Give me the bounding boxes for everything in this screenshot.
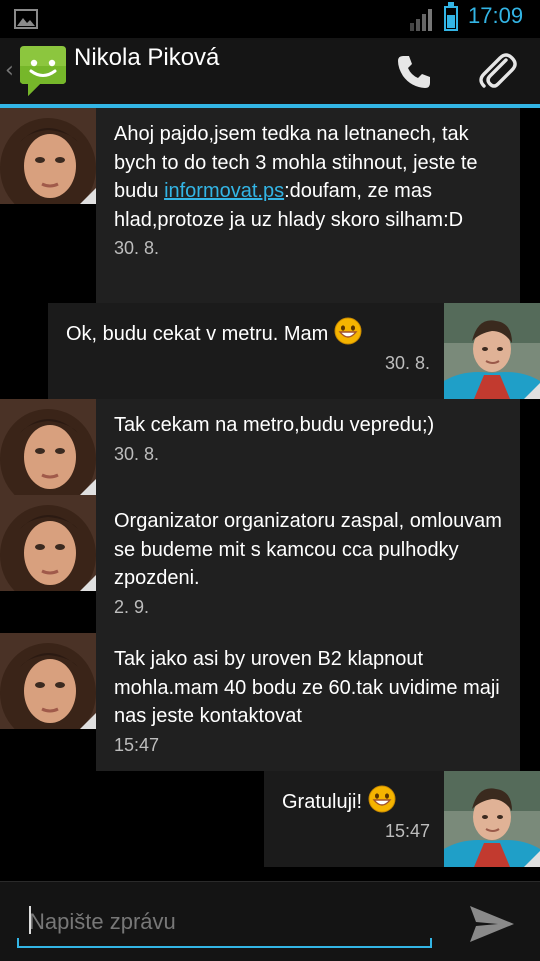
contact-avatar[interactable] xyxy=(0,495,96,591)
message-timestamp: 15:47 xyxy=(384,820,430,841)
message-incoming[interactable]: Organizator organizatoru zaspal, omlouva… xyxy=(0,495,540,633)
message-bubble[interactable]: Tak jako asi by uroven B2 klapnout mohla… xyxy=(96,633,520,771)
message-input[interactable] xyxy=(27,904,431,940)
gallery-icon xyxy=(14,9,38,29)
message-text: Ok, budu cekat v metru. Mam xyxy=(66,317,430,349)
phone-icon xyxy=(398,56,430,88)
message-bubble[interactable]: Organizator organizatoru zaspal, omlouva… xyxy=(96,495,520,633)
message-text: Gratuluji! xyxy=(282,785,430,817)
message-text: Tak cekam na metro,budu vepredu;) xyxy=(114,414,435,436)
signal-icon xyxy=(410,9,432,31)
grinning-emoji-icon xyxy=(334,317,362,345)
paperclip-icon xyxy=(479,53,517,88)
message-timestamp: 15:47 xyxy=(114,734,160,755)
attach-button[interactable] xyxy=(474,48,522,96)
battery-icon xyxy=(444,2,458,31)
send-icon xyxy=(470,906,514,942)
message-incoming[interactable]: Tak cekam na metro,budu vepredu;) 30. 8. xyxy=(0,399,540,495)
message-incoming[interactable]: Ahoj pajdo,jsem tedka na letnanech, tak … xyxy=(0,108,540,303)
my-avatar[interactable] xyxy=(444,303,540,399)
message-timestamp: 30. 8. xyxy=(114,238,160,258)
compose-field[interactable] xyxy=(17,898,432,948)
contact-avatar[interactable] xyxy=(0,399,96,495)
action-bar: ‹ Nikola Piková xyxy=(0,38,540,108)
contact-avatar[interactable] xyxy=(0,633,96,729)
call-button[interactable] xyxy=(390,48,438,96)
messaging-app-icon[interactable] xyxy=(18,46,68,98)
status-bar: 17:09 xyxy=(0,0,540,38)
my-avatar[interactable] xyxy=(444,771,540,867)
message-text: Ahoj pajdo,jsem tedka na letnanech, tak … xyxy=(114,123,484,231)
message-link[interactable]: informovat.ps xyxy=(164,180,284,202)
contact-avatar[interactable] xyxy=(0,108,96,204)
send-button[interactable] xyxy=(464,900,520,948)
message-bubble[interactable]: Tak cekam na metro,budu vepredu;) 30. 8. xyxy=(96,399,520,495)
message-timestamp: 30. 8. xyxy=(114,443,160,464)
message-timestamp: 2. 9. xyxy=(114,596,150,617)
text-cursor xyxy=(29,906,31,934)
message-bubble[interactable]: Gratuluji! 15:47 xyxy=(264,771,444,867)
message-outgoing[interactable]: Gratuluji! 15:47 xyxy=(264,771,540,867)
message-bubble[interactable]: Ok, budu cekat v metru. Mam 30. 8. xyxy=(48,303,444,399)
back-chevron-icon[interactable]: ‹ xyxy=(5,58,14,83)
grinning-emoji-icon xyxy=(368,785,396,813)
compose-bar xyxy=(0,881,540,961)
message-outgoing[interactable]: Ok, budu cekat v metru. Mam 30. 8. xyxy=(48,303,540,399)
message-text: Tak jako asi by uroven B2 klapnout mohla… xyxy=(114,648,506,727)
message-thread[interactable]: Ahoj pajdo,jsem tedka na letnanech, tak … xyxy=(0,108,540,881)
contact-name[interactable]: Nikola Piková xyxy=(74,44,219,72)
clock: 17:09 xyxy=(468,3,524,28)
message-timestamp: 30. 8. xyxy=(384,352,430,373)
message-text: Organizator organizatoru zaspal, omlouva… xyxy=(114,510,508,589)
message-incoming[interactable]: Tak jako asi by uroven B2 klapnout mohla… xyxy=(0,633,540,771)
message-bubble[interactable]: Ahoj pajdo,jsem tedka na letnanech, tak … xyxy=(96,108,520,303)
